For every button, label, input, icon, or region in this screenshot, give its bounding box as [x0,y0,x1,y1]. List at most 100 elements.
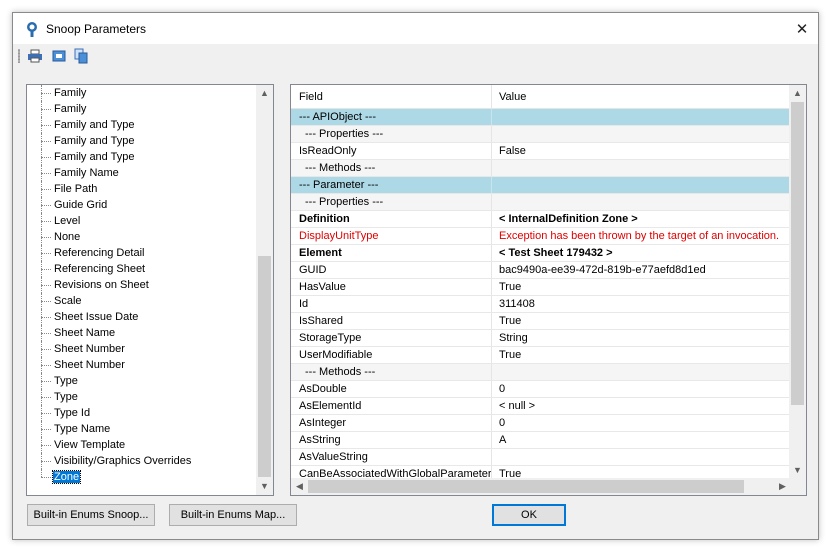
value-cell [491,364,791,380]
tree-item-label: Family Name [54,167,119,179]
tree-item[interactable]: Visibility/Graphics Overrides [27,453,257,469]
preview-icon[interactable] [51,48,67,64]
grid-scroll-thumb[interactable] [791,102,804,405]
grid-row[interactable]: Id 311408 [291,296,791,313]
tree-item[interactable]: View Template [27,437,257,453]
tree-item[interactable]: Type Name [27,421,257,437]
ok-button[interactable]: OK [492,504,566,526]
value-cell: < null > [491,398,791,414]
field-cell: --- Methods --- [305,162,376,174]
field-cell: Definition [299,213,350,225]
grid-row[interactable]: UserModifiable True [291,347,791,364]
tree-item[interactable]: Type Id [27,405,257,421]
tree-item[interactable]: Zone [27,469,257,485]
grid-horizontal-scrollbar[interactable]: ◀ ▶ [291,478,791,495]
grid-row[interactable]: AsElementId < null > [291,398,791,415]
tree-vertical-scrollbar[interactable]: ▲ ▼ [256,85,273,495]
tree-item[interactable]: Family Name [27,165,257,181]
field-cell: UserModifiable [299,349,373,361]
tree-item[interactable]: None [27,229,257,245]
field-cell: Element [299,247,342,259]
tree-item-label: Sheet Number [54,359,125,371]
field-cell: --- Properties --- [305,196,384,208]
grid-row[interactable]: AsDouble 0 [291,381,791,398]
tree-item[interactable]: Referencing Sheet [27,261,257,277]
grid-row[interactable]: AsValueString [291,449,791,466]
tree-item[interactable]: Family [27,85,257,101]
tree-item[interactable]: Sheet Number [27,357,257,373]
grid-row[interactable]: Definition < InternalDefinition Zone > [291,211,791,228]
grid-row[interactable]: GUID bac9490a-ee39-472d-819b-e77aefd8d1ed [291,262,791,279]
grid-row[interactable]: IsReadOnly False [291,143,791,160]
grid-row[interactable]: --- Properties --- [291,194,791,211]
tree-item-label: Type [54,391,78,403]
built-in-enums-snoop-button[interactable]: Built-in Enums Snoop... [27,504,155,526]
grid-hscroll-thumb[interactable] [308,480,744,493]
tree-item[interactable]: Guide Grid [27,197,257,213]
column-header-field[interactable]: Field [291,85,491,109]
value-cell: True [491,347,791,363]
grid-row[interactable]: StorageType String [291,330,791,347]
value-cell: A [491,432,791,448]
tree-item-label: Guide Grid [54,199,108,211]
toolbar-grip[interactable] [18,49,20,63]
tree-scroll-thumb[interactable] [258,256,271,477]
tree-item[interactable]: Revisions on Sheet [27,277,257,293]
scroll-up-arrow-icon[interactable]: ▲ [789,85,806,102]
tree-item[interactable]: Referencing Detail [27,245,257,261]
tree-item[interactable]: Type [27,373,257,389]
snoop-app-icon [27,22,37,37]
grid-row[interactable]: AsInteger 0 [291,415,791,432]
tree-item-label: Type Id [54,407,91,419]
scroll-left-arrow-icon[interactable]: ◀ [291,478,308,495]
tree-item[interactable]: File Path [27,181,257,197]
grid-row[interactable]: DisplayUnitType Exception has been thrown… [291,228,791,245]
built-in-enums-map-button[interactable]: Built-in Enums Map... [169,504,297,526]
grid-row[interactable]: --- APIObject --- [291,109,791,126]
grid-row[interactable]: AsString A [291,432,791,449]
grid-row[interactable]: --- Methods --- [291,160,791,177]
tree-item-label: None [54,231,81,243]
close-button[interactable]: ✕ [786,13,818,44]
grid-row[interactable]: Element < Test Sheet 179432 > [291,245,791,262]
tree-item[interactable]: Family and Type [27,149,257,165]
tree-item-label: Family and Type [54,151,135,163]
tree-item[interactable]: Type [27,389,257,405]
value-cell [491,160,791,176]
scroll-up-arrow-icon[interactable]: ▲ [256,85,273,102]
tree-item[interactable]: Level [27,213,257,229]
printer-icon[interactable] [27,48,43,64]
copy-icon[interactable] [73,48,89,64]
tree-item-label: Level [54,215,81,227]
grid-header: Field Value [291,85,791,109]
parameter-tree[interactable]: Family Family Family and Type Family and Ty… [26,84,274,496]
window-title: Snoop Parameters [46,22,147,36]
value-cell: String [491,330,791,346]
grid-row[interactable]: --- Methods --- [291,364,791,381]
property-grid[interactable]: Field Value --- APIObject --- --- Propert… [290,84,807,496]
tree-item-label: Zone [51,470,82,484]
scroll-down-arrow-icon[interactable]: ▼ [256,478,273,495]
close-icon: ✕ [795,20,809,38]
tree-item[interactable]: Family and Type [27,117,257,133]
tree-item[interactable]: Scale [27,293,257,309]
value-cell: < InternalDefinition Zone > [491,211,791,227]
tree-item[interactable]: Sheet Number [27,341,257,357]
value-cell [491,126,791,142]
grid-row[interactable]: --- Properties --- [291,126,791,143]
grid-row[interactable]: IsShared True [291,313,791,330]
value-cell: Exception has been thrown by the target … [491,228,791,244]
tree-item[interactable]: Sheet Issue Date [27,309,257,325]
scroll-down-arrow-icon[interactable]: ▼ [789,462,806,479]
value-cell: True [491,313,791,329]
tree-item[interactable]: Family [27,101,257,117]
tree-item-label: Family [54,103,87,115]
field-cell: AsValueString [299,451,368,463]
tree-item[interactable]: Family and Type [27,133,257,149]
column-header-value[interactable]: Value [491,85,791,109]
grid-row[interactable]: HasValue True [291,279,791,296]
field-cell: StorageType [299,332,362,344]
tree-item[interactable]: Sheet Name [27,325,257,341]
grid-vertical-scrollbar[interactable]: ▲ ▼ [789,85,806,479]
grid-row[interactable]: --- Parameter --- [291,177,791,194]
